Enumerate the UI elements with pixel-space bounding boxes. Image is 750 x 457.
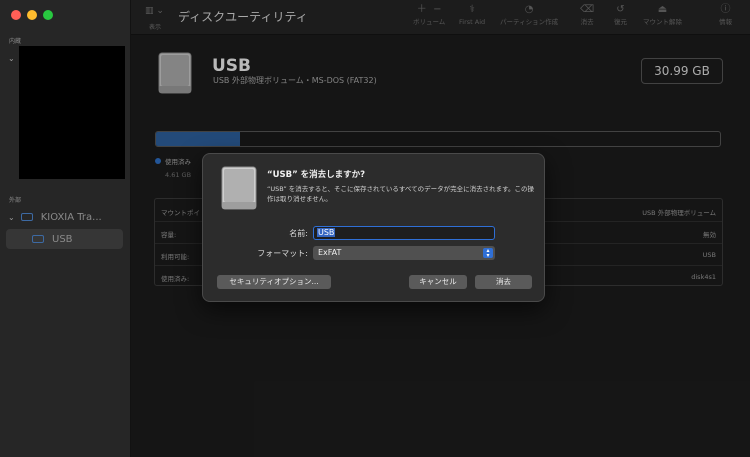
erase-dialog: “USB” を消去しますか? “USB” を消去すると、そこに保存されているすべ… (202, 153, 545, 302)
format-selected-value: ExFAT (318, 248, 342, 257)
minimize-window-button[interactable] (27, 10, 37, 20)
close-window-button[interactable] (11, 10, 21, 20)
dialog-message: “USB” を消去すると、そこに保存されているすべてのデータが完全に消去されます… (267, 185, 534, 203)
dialog-title: “USB” を消去しますか? (267, 170, 366, 180)
zoom-window-button[interactable] (43, 10, 53, 20)
name-input-selected-text: USB (317, 228, 336, 237)
window-controls (11, 10, 53, 20)
name-label: 名前: (289, 229, 308, 238)
sidebar-item-label: USB (52, 233, 73, 245)
chevron-down-icon[interactable]: ⌄ (8, 54, 15, 63)
cancel-button[interactable]: キャンセル (409, 275, 467, 289)
external-drive-icon (221, 166, 257, 210)
chevron-down-icon[interactable]: ⌄ (8, 213, 15, 222)
internal-disk-list-redacted (19, 46, 125, 179)
name-input[interactable]: USB (313, 226, 495, 240)
format-select[interactable]: ExFAT ▴ ▾ (313, 246, 495, 260)
sidebar-item-external-disk[interactable]: ⌄ KIOXIA Tra... (6, 207, 123, 227)
erase-button[interactable]: 消去 (475, 275, 532, 289)
chevron-up-down-icon: ▴ ▾ (483, 248, 493, 259)
sidebar-item-label: KIOXIA Tra... (40, 211, 102, 223)
sidebar-section-internal: 内蔵 (9, 38, 22, 45)
volume-icon (32, 235, 44, 243)
security-options-button[interactable]: セキュリティオプション... (217, 275, 331, 289)
sidebar-item-usb-volume[interactable]: USB (6, 229, 123, 249)
external-disk-icon (20, 213, 33, 221)
format-label: フォーマット: (257, 249, 308, 258)
sidebar: 内蔵 ⌄ 外部 ⌄ KIOXIA Tra... USB (0, 0, 131, 457)
sidebar-section-external: 外部 (9, 197, 22, 204)
